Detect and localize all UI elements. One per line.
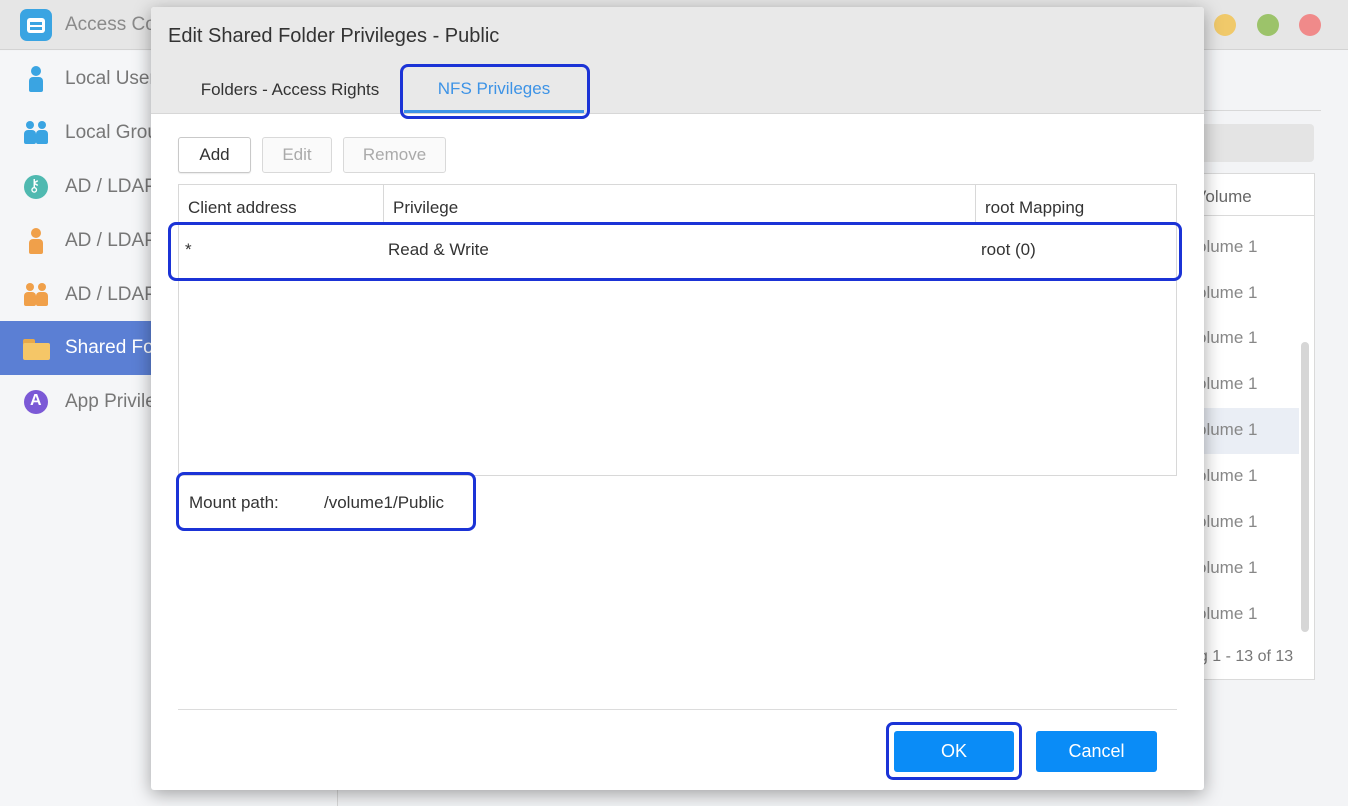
scrollbar[interactable] <box>1301 342 1309 632</box>
root-mapping-cell: root (0) <box>981 240 1036 259</box>
table-row[interactable]: olume 1 <box>1191 271 1299 317</box>
table-row[interactable]: olume 1 <box>1191 592 1299 638</box>
search-input[interactable] <box>1190 124 1314 162</box>
table-header: Volume <box>1191 174 1314 216</box>
volume-cell: olume 1 <box>1197 283 1258 302</box>
table-row[interactable]: olume 1 <box>1191 500 1299 546</box>
mount-path-value: /volume1/Public <box>324 493 445 512</box>
volume-cell: olume 1 <box>1197 512 1258 531</box>
table-row[interactable]: * Read & Write root (0) <box>179 223 1176 273</box>
tab-folders-access-rights[interactable]: Folders - Access Rights <box>171 67 409 113</box>
volume-cell: olume 1 <box>1197 466 1258 485</box>
shared-folder-table: Volume olume 1 olume 1 olume 1 olume 1 o… <box>1190 173 1315 680</box>
minimize-button[interactable] <box>1214 14 1236 36</box>
ok-button[interactable]: OK <box>894 731 1014 772</box>
close-window-button[interactable] <box>1299 14 1321 36</box>
group-icon <box>22 281 50 309</box>
edit-shared-folder-privileges-dialog: Edit Shared Folder Privileges - Public F… <box>151 7 1204 790</box>
volume-cell: olume 1 <box>1197 374 1258 393</box>
nfs-privileges-table: Client address Privilege root Mapping * … <box>178 184 1177 476</box>
volume-cell: olume 1 <box>1197 558 1258 577</box>
folder-icon <box>22 334 50 362</box>
app-icon <box>22 388 50 416</box>
remove-button[interactable]: Remove <box>343 137 446 173</box>
client-address-cell: * <box>185 240 192 259</box>
cancel-button[interactable]: Cancel <box>1036 731 1157 772</box>
table-row[interactable]: olume 1 <box>1191 546 1299 592</box>
sidebar-item-label: App Privile <box>65 391 156 412</box>
add-button[interactable]: Add <box>178 137 251 173</box>
volume-cell: olume 1 <box>1197 237 1258 256</box>
volume-cell: olume 1 <box>1197 420 1258 439</box>
app-title: Access Co <box>65 14 156 35</box>
sidebar-item-label: Shared Fol <box>65 337 158 358</box>
sidebar-item-label: Local User <box>65 68 156 89</box>
volume-cell: olume 1 <box>1197 328 1258 347</box>
person-icon <box>22 227 50 255</box>
group-icon <box>22 119 50 147</box>
maximize-button[interactable] <box>1257 14 1279 36</box>
key-icon <box>22 173 50 201</box>
dialog-title: Edit Shared Folder Privileges - Public <box>168 25 500 47</box>
mount-path-label: Mount path: <box>189 493 279 512</box>
dialog-header: Edit Shared Folder Privileges - Public F… <box>151 7 1204 119</box>
table-row[interactable]: olume 1 <box>1191 362 1299 408</box>
column-header-root-mapping[interactable]: root Mapping <box>976 185 1176 223</box>
tab-nfs-privileges[interactable]: NFS Privileges <box>404 67 584 113</box>
column-header-privilege[interactable]: Privilege <box>384 185 976 223</box>
edit-button[interactable]: Edit <box>262 137 332 173</box>
divider <box>178 709 1177 710</box>
table-row[interactable]: olume 1 <box>1191 408 1299 454</box>
table-row[interactable]: olume 1 <box>1191 225 1299 271</box>
mount-path-box: Mount path: /volume1/Public <box>176 472 476 531</box>
person-icon <box>22 65 50 93</box>
pagination-status: ng 1 - 13 of 13 <box>1190 648 1294 665</box>
sidebar-item-label: Local Grou <box>65 122 158 143</box>
access-control-logo-icon <box>20 9 52 41</box>
sidebar-item-label: AD / LDAP <box>65 284 157 305</box>
column-header-client-address[interactable]: Client address <box>179 185 384 223</box>
sidebar-item-label: AD / LDAP <box>65 176 157 197</box>
table-row[interactable]: olume 1 <box>1191 454 1299 500</box>
table-row[interactable]: olume 1 <box>1191 316 1299 362</box>
privilege-cell: Read & Write <box>388 240 489 259</box>
divider <box>1190 110 1321 111</box>
table-header: Client address Privilege root Mapping <box>179 185 1176 223</box>
volume-cell: olume 1 <box>1197 604 1258 623</box>
sidebar-item-label: AD / LDAP <box>65 230 157 251</box>
